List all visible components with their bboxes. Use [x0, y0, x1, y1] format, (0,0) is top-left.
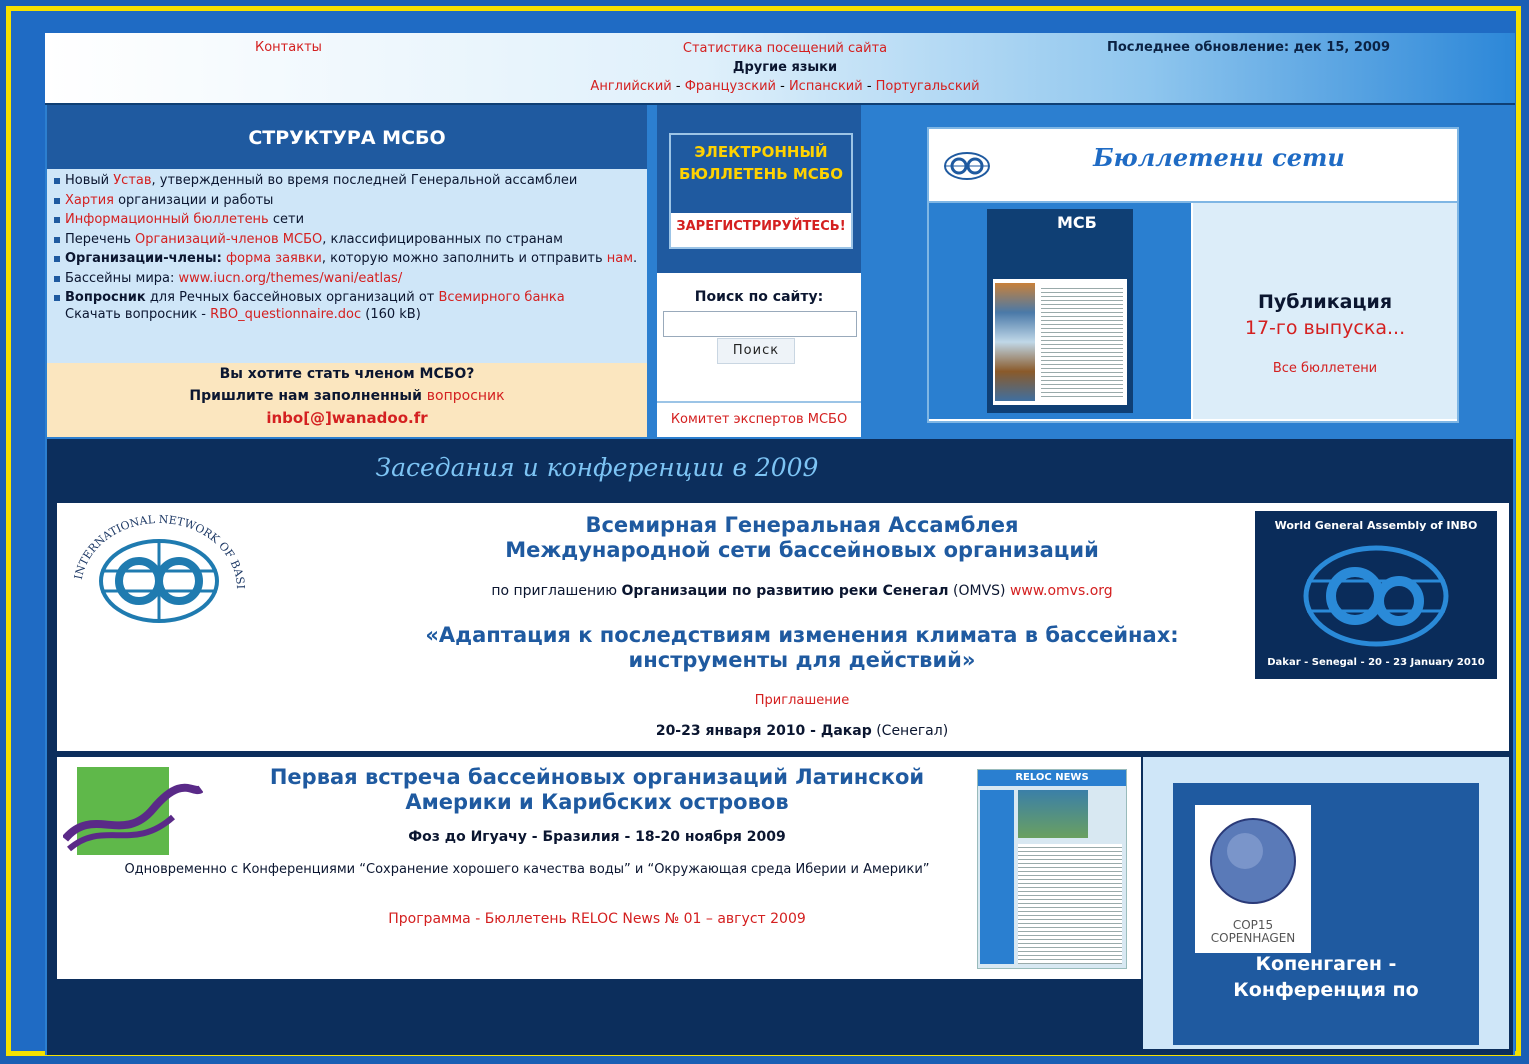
charter-link[interactable]: Устав — [113, 173, 151, 188]
wga-date: 20-23 января 2010 - Дакар (Сенегал) — [655, 723, 949, 739]
us-link[interactable]: нам — [607, 251, 633, 266]
languages-block: Статистика посещений сайта Другие языки … — [545, 39, 1025, 96]
cop15-logo-image[interactable]: COP15 COPENHAGEN — [1195, 805, 1311, 953]
inbo-logo-icon — [944, 152, 990, 180]
list-item: Перечень Организаций-членов МСБО, класси… — [53, 232, 647, 249]
publication-label: Публикация — [1257, 291, 1393, 313]
ebulletin-title: ЭЛЕКТРОННЫЙ БЮЛЛЕТЕНЬ МСБО — [671, 135, 851, 213]
world-assembly-panel: INTERNATIONAL NETWORK OF BASIN ORGANIZAT… — [57, 503, 1509, 751]
reloc-logo-icon — [63, 767, 203, 855]
search-input[interactable] — [663, 311, 857, 337]
charter2-link[interactable]: Хартия — [65, 193, 114, 208]
lang-es-link[interactable]: Испанский — [789, 79, 863, 94]
wga-invitation-line: по приглашению Организации по развитию р… — [491, 583, 1113, 599]
bulletin-register-box[interactable]: ЭЛЕКТРОННЫЙ БЮЛЛЕТЕНЬ МСБО ЗАРЕГИСТРИРУЙ… — [669, 133, 853, 249]
copenhagen-panel: COP15 COPENHAGEN Копенгаген - Конференци… — [1143, 757, 1509, 1049]
application-form-link[interactable]: форма заявки — [226, 251, 322, 266]
lat-date: Фоз до Игуачу - Бразилия - 18-20 ноября … — [408, 829, 786, 845]
list-item: Организации-члены: форма заявки, которую… — [53, 251, 647, 268]
list-item: Новый Устав, утвержденный во время после… — [53, 173, 647, 190]
join-question: Вы хотите стать членом МСБО? — [219, 366, 475, 382]
newsletter-link[interactable]: Информационный бюллетень — [65, 212, 269, 227]
issue-link[interactable]: 17-го выпуска... — [1193, 317, 1457, 339]
list-item: Вопросник для Речных бассейновых организ… — [53, 290, 647, 323]
all-bulletins-link[interactable]: Все бюллетени — [1193, 361, 1457, 376]
lat-subtitle: Одновременно с Конференциями “Сохранение… — [124, 862, 930, 877]
inbo-emblem-icon: INTERNATIONAL NETWORK OF BASIN ORGANIZAT… — [61, 509, 247, 623]
lat-heading: Первая встреча бассейновых организаций Л… — [269, 765, 925, 814]
list-item: Информационный бюллетень сети — [53, 212, 647, 229]
world-bank-link[interactable]: Всемирного банка — [438, 290, 564, 305]
reloc-news-cover-image[interactable]: RELOC NEWS — [977, 769, 1127, 969]
last-update: Последнее обновление: дек 15, 2009 — [1107, 40, 1391, 55]
questionnaire-doc-link[interactable]: RBO_questionnaire.doc — [210, 307, 361, 322]
network-bulletins: Бюллетени сети МСБ Публикация 17-го выпу… — [927, 127, 1459, 423]
experts-link[interactable]: Комитет экспертов МСБО — [671, 412, 847, 427]
top-header: Контакты Статистика посещений сайта Друг… — [45, 33, 1515, 105]
cop15-globe-icon — [1210, 818, 1296, 904]
structure-panel: СТРУКТУРА МСБО Новый Устав, утвержденный… — [47, 105, 647, 437]
latin-america-panel: Первая встреча бассейновых организаций Л… — [57, 757, 1141, 979]
wga-badge-image[interactable]: World General Assembly of INBO Dakar - S… — [1255, 511, 1497, 679]
list-item: Хартия организации и работы — [53, 193, 647, 210]
page-frame: Контакты Статистика посещений сайта Друг… — [6, 6, 1521, 1056]
newsletter-cover-image[interactable]: МСБ — [987, 209, 1133, 413]
conferences-section: Заседания и конференции в 2009 INTERNATI… — [47, 439, 1513, 1055]
program-link[interactable]: Программа — [388, 911, 471, 927]
lang-fr-link[interactable]: Французский — [685, 79, 776, 94]
contacts-link[interactable]: Контакты — [255, 40, 322, 55]
globe-icon — [1303, 545, 1449, 647]
email-link[interactable]: inbo[@]wanadoo.fr — [47, 407, 647, 429]
search-button[interactable]: Поиск — [717, 338, 795, 364]
list-item: Бассейны мира: www.iucn.org/themes/wani/… — [53, 271, 647, 288]
iucn-link[interactable]: www.iucn.org/themes/wani/eatlas/ — [179, 271, 403, 286]
bulletin-column: ЭЛЕКТРОННЫЙ БЮЛЛЕТЕНЬ МСБО ЗАРЕГИСТРИРУЙ… — [657, 105, 861, 437]
structure-list: Новый Устав, утвержденный во время после… — [47, 173, 647, 323]
stats-link[interactable]: Статистика посещений сайта — [683, 41, 887, 56]
search-label: Поиск по сайту: — [694, 289, 824, 305]
page: Контакты Статистика посещений сайта Друг… — [45, 33, 1515, 1055]
lang-pt-link[interactable]: Португальский — [876, 79, 980, 94]
network-title: Бюллетени сети — [1093, 143, 1345, 172]
reloc-news-link[interactable]: Бюллетень RELOC News № 01 – август 2009 — [485, 911, 806, 927]
conferences-title: Заседания и конференции в 2009 — [375, 453, 819, 482]
wga-heading: Всемирная Генеральная Ассамблея Междунар… — [505, 513, 1099, 562]
other-languages-label: Другие языки — [732, 60, 838, 75]
members-link[interactable]: Организаций-членов МСБО — [135, 232, 322, 247]
omvs-link[interactable]: www.omvs.org — [1010, 583, 1113, 599]
join-box: Вы хотите стать членом МСБО? Пришлите на… — [47, 363, 647, 437]
questionnaire-link[interactable]: вопросник — [427, 388, 505, 404]
wga-theme: «Адаптация к последствиям изменения клим… — [425, 623, 1179, 672]
lang-en-link[interactable]: Английский — [590, 79, 671, 94]
lat-links: Программа - Бюллетень RELOC News № 01 – … — [388, 911, 806, 927]
structure-title: СТРУКТУРА МСБО — [47, 105, 647, 169]
svg-text:INTERNATIONAL NETWORK OF BASIN: INTERNATIONAL NETWORK OF BASIN ORGANIZAT… — [61, 509, 247, 589]
copenhagen-title[interactable]: Копенгаген - Конференция по — [1173, 951, 1479, 1003]
invitation-link[interactable]: Приглашение — [755, 693, 849, 708]
cop15-caption: COP15 COPENHAGEN — [1210, 918, 1296, 945]
register-link[interactable]: ЗАРЕГИСТРИРУЙТЕСЬ! — [671, 213, 851, 241]
